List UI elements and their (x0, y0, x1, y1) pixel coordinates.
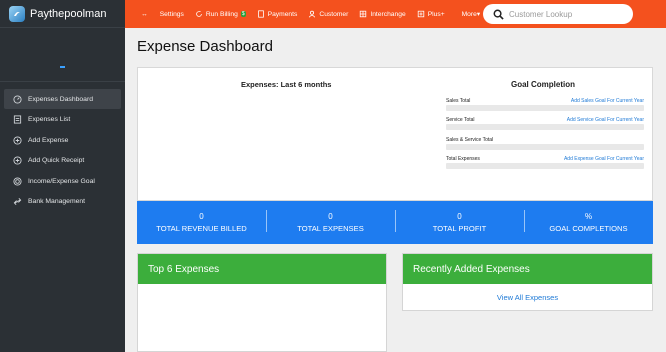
top-expenses-panel: Top 6 Expenses (137, 253, 387, 352)
stats-bar: 0 TOTAL REVENUE BILLED 0 TOTAL EXPENSES … (137, 201, 653, 244)
sidebar-item-add-expense[interactable]: Add Expense (4, 130, 121, 150)
expenses-chart-title: Expenses: Last 6 months (241, 80, 332, 89)
panel-title: Top 6 Expenses (138, 254, 386, 284)
goal-progress-bar (446, 163, 644, 169)
panel-title: Recently Added Expenses (403, 254, 652, 284)
goal-row-service: Service Total Add Service Goal For Curren… (446, 116, 644, 130)
logo-icon (9, 5, 25, 22)
page-title: Expense Dashboard (137, 38, 273, 55)
gauge-icon (13, 94, 22, 104)
nav-customer[interactable]: Customer (308, 10, 348, 18)
collapse-sidebar-icon[interactable]: ↔ (141, 11, 148, 18)
sidebar-item-label: Bank Management (28, 198, 86, 206)
stat-goal-completions: % GOAL COMPLETIONS (524, 210, 653, 233)
sidebar-item-label: Add Expense (28, 136, 69, 144)
sidebar-item-add-quick-receipt[interactable]: Add Quick Receipt (4, 151, 121, 171)
goal-row-expenses: Total Expenses Add Expense Goal For Curre… (446, 155, 644, 169)
plus-circle-icon (13, 136, 22, 145)
link-icon (13, 198, 22, 206)
nav-interchange[interactable]: Interchange (359, 10, 406, 18)
receipt-icon (257, 10, 264, 18)
add-service-goal-link[interactable]: Add Service Goal For Current Year (567, 117, 644, 123)
user-area (0, 28, 125, 82)
add-expense-goal-link[interactable]: Add Expense Goal For Current Year (564, 156, 644, 162)
user-icon (309, 10, 316, 18)
sidebar-item-bank-management[interactable]: Bank Management (4, 192, 121, 212)
overview-card: Expenses: Last 6 months Goal Completion … (137, 67, 653, 201)
sidebar-nav: Expenses Dashboard Expenses List Add Exp… (0, 82, 125, 212)
stat-total-revenue: 0 TOTAL REVENUE BILLED (156, 212, 247, 233)
sidebar-item-label: Income/Expense Goal (28, 177, 95, 185)
sidebar-item-label: Expenses Dashboard (28, 95, 93, 103)
list-icon (13, 115, 22, 124)
customer-lookup-search[interactable]: Customer Lookup (483, 4, 633, 24)
sidebar: Paythepoolman Expenses Dashboard Expense… (0, 0, 125, 352)
plus-square-icon (417, 10, 424, 18)
refresh-icon (196, 11, 202, 17)
stat-total-profit: 0 TOTAL PROFIT (395, 210, 524, 233)
main-content: Expense Dashboard Expenses: Last 6 month… (125, 28, 666, 352)
view-all-expenses-link[interactable]: View All Expenses (403, 293, 652, 302)
plus-circle-icon (13, 156, 22, 165)
target-icon (13, 177, 22, 186)
nav-plus[interactable]: Plus+ (417, 10, 445, 18)
sidebar-item-income-expense-goal[interactable]: Income/Expense Goal (4, 171, 121, 191)
stat-total-expenses: 0 TOTAL EXPENSES (266, 210, 395, 233)
goal-row-sales: Sales Total Add Sales Goal For Current Ye… (446, 97, 644, 111)
recent-expenses-panel: Recently Added Expenses View All Expense… (402, 253, 653, 311)
nav-run-billing[interactable]: Run Billing $ (195, 10, 246, 18)
search-icon (493, 9, 504, 20)
goal-progress-bar (446, 105, 644, 111)
nav-more[interactable]: More▾ (462, 10, 481, 18)
sidebar-item-label: Expenses List (28, 116, 71, 124)
goal-progress-bar (446, 124, 644, 130)
nav-payments[interactable]: Payments (257, 10, 297, 18)
sidebar-item-expenses-dashboard[interactable]: Expenses Dashboard (4, 89, 121, 109)
sidebar-item-expenses-list[interactable]: Expenses List (4, 110, 121, 130)
grid-icon (360, 10, 367, 18)
brand[interactable]: Paythepoolman (0, 0, 125, 28)
goal-completion-title: Goal Completion (511, 80, 575, 89)
sidebar-item-label: Add Quick Receipt (28, 157, 85, 165)
brand-name: Paythepoolman (30, 7, 107, 20)
top-navbar: ↔ Settings Run Billing $ Payments Custom… (125, 0, 666, 28)
search-input[interactable]: Customer Lookup (509, 10, 572, 19)
billing-badge: $ (240, 11, 246, 17)
goal-row-sales-service: Sales & Service Total (446, 136, 644, 150)
goal-progress-bar (446, 144, 644, 150)
add-sales-goal-link[interactable]: Add Sales Goal For Current Year (571, 98, 644, 104)
nav-settings[interactable]: Settings (160, 11, 184, 18)
